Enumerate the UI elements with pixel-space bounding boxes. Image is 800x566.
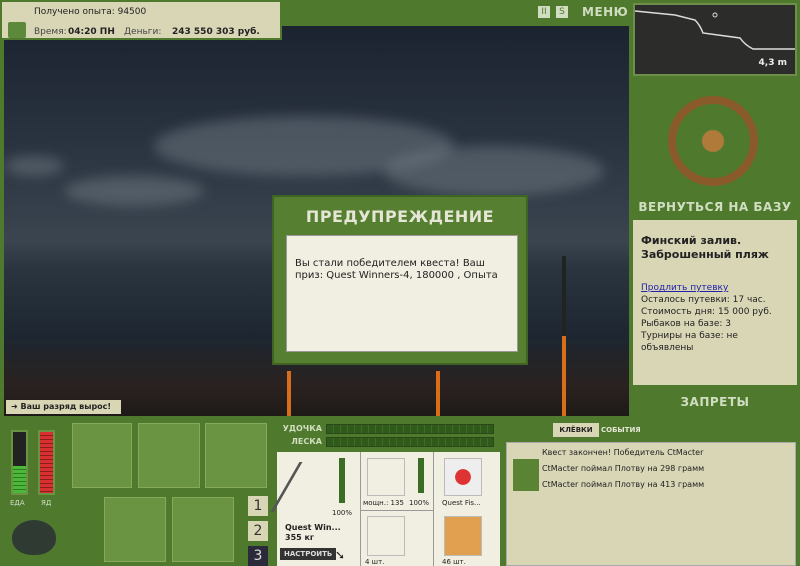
page-2-button[interactable]: 2 — [248, 521, 268, 541]
line-name: Quest Fis... — [442, 499, 481, 507]
event-item: CtMacter поймал Плотву на 298 грамм — [542, 464, 705, 473]
line-slot[interactable] — [444, 458, 482, 496]
bans-button[interactable]: ЗАПРЕТЫ — [633, 395, 797, 409]
return-to-base-button[interactable]: ВЕРНУТЬСЯ НА БАЗУ — [633, 200, 797, 214]
depth-value: 4,3 m — [758, 58, 787, 68]
dialog-message: Вы стали победителем квеста! Ваш приз: Q… — [286, 235, 518, 352]
rod-weight: 355 кг — [285, 533, 315, 542]
tab-bites[interactable]: КЛЁВКИ — [553, 423, 599, 437]
line-label: ЛЕСКА — [291, 437, 322, 446]
tab-events[interactable]: СОБЫТИЯ — [601, 423, 641, 437]
rod-tension-bar — [326, 424, 494, 434]
bag-slot[interactable] — [138, 423, 200, 488]
rod-condition: 100% — [332, 509, 353, 517]
player-info-bar: Получено опыта: 94500 Время: 04:20 ПН Де… — [0, 0, 282, 40]
reel-condition-bar — [418, 458, 424, 493]
rank-notice-text: Ваш разряд вырос! — [20, 402, 112, 411]
bucket-slot[interactable] — [172, 497, 234, 562]
reel-power: мощн.: 135 — [363, 499, 404, 507]
dialog-title: ПРЕДУПРЕЖДЕНИЕ — [305, 207, 495, 226]
extend-permit-link[interactable]: Продлить путевку — [641, 282, 789, 294]
rank-notice: ➜ Ваш разряд вырос! — [6, 400, 121, 414]
rod-label: УДОЧКА — [282, 424, 322, 433]
money-label: Деньги: — [124, 27, 162, 37]
pause-icon[interactable]: II — [538, 6, 550, 18]
day-cost: Стоимость дня: 15 000 руб. — [641, 307, 772, 317]
warning-dialog: ПРЕДУПРЕЖДЕНИЕ Вы стали победителем квес… — [272, 195, 528, 365]
line-tension-bar — [326, 437, 494, 447]
menu-button[interactable]: МЕНЮ — [582, 5, 628, 19]
cauldron-icon[interactable] — [12, 520, 56, 555]
rod-condition-bar — [339, 458, 345, 503]
permit-remaining: Осталось путевки: 17 час. — [641, 295, 766, 305]
backpack-slot[interactable] — [72, 423, 132, 488]
xp-label: Получено опыта: 94500 — [34, 7, 147, 17]
licenses-slot[interactable] — [205, 423, 267, 488]
page-3-button[interactable]: 3 — [248, 546, 268, 566]
poison-meter — [38, 430, 55, 495]
fishers-count: Рыбаков на базе: 3 — [641, 319, 731, 329]
reel-condition: 100% — [409, 499, 430, 507]
base-info-panel: Финский залив. Заброшенный пляж Продлить… — [633, 220, 797, 385]
event-item: Квест закончен! Победитель CtMacter — [542, 448, 704, 457]
tackle-panel: 100% Quest Win... 355 кг НАСТРОИТЬ ➘ мощ… — [270, 452, 500, 566]
time-value: 04:20 ПН — [68, 27, 115, 37]
page-1-button[interactable]: 1 — [248, 496, 268, 516]
events-panel: КЛЁВКИ СОБЫТИЯ Квест закончен! Победител… — [503, 420, 798, 566]
food-label: ЕДА — [10, 499, 25, 507]
rod-3[interactable] — [562, 256, 566, 416]
ship-wheel-icon[interactable] — [668, 96, 758, 186]
poison-label: ЯД — [41, 499, 52, 507]
reel-slot[interactable] — [367, 458, 405, 496]
bait-slot[interactable] — [444, 516, 482, 556]
tournaments-status: Турниры на базе: не объявлены — [641, 331, 738, 353]
money-value: 243 550 303 руб. — [172, 27, 260, 37]
fish-icon — [513, 459, 539, 491]
setup-button[interactable]: НАСТРОИТЬ — [280, 548, 337, 560]
hook-count: 4 шт. — [365, 558, 385, 566]
time-label: Время: — [34, 27, 67, 37]
sound-icon[interactable]: S — [556, 6, 568, 18]
lock-icon[interactable] — [8, 22, 26, 38]
location-name: Финский залив. Заброшенный пляж — [641, 234, 769, 261]
depth-profile: 4,3 m — [633, 3, 797, 76]
events-list: Квест закончен! Победитель CtMacter CtMa… — [506, 442, 796, 566]
arrow-icon: ➘ — [335, 548, 346, 562]
hook-slot[interactable] — [367, 516, 405, 556]
rod-icon[interactable] — [270, 462, 350, 512]
event-item: CtMacter поймал Плотву на 413 грамм — [542, 480, 705, 489]
rod-name: Quest Win... — [285, 523, 341, 532]
food-meter — [11, 430, 28, 495]
food-basket-slot[interactable] — [104, 497, 166, 562]
rod-2[interactable] — [436, 371, 440, 416]
bait-count: 46 шт. — [442, 558, 466, 566]
rod-1[interactable] — [287, 371, 291, 416]
